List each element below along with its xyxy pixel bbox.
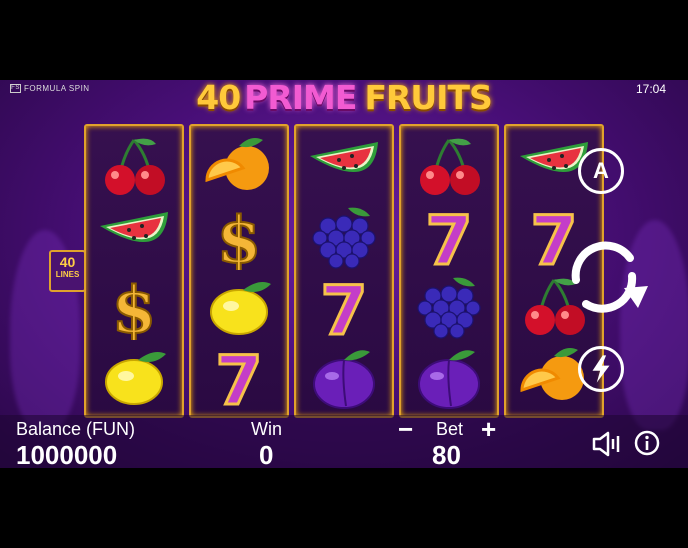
cherry-icon (409, 134, 489, 200)
svg-text:7: 7 (215, 344, 262, 410)
lightning-icon (592, 355, 610, 383)
win-label: Win (251, 419, 282, 439)
sound-icon[interactable] (591, 430, 623, 458)
svg-text:7: 7 (425, 204, 472, 270)
watermelon-icon (94, 204, 174, 270)
balance-value: 1000000 (16, 440, 118, 470)
spin-button[interactable] (556, 228, 652, 324)
seven-icon: 7 (409, 201, 489, 283)
reel-4: 7 (399, 124, 499, 418)
title-part-number: 40 (196, 80, 241, 117)
dollar-icon: $ (199, 202, 279, 279)
watermelon-icon (304, 134, 384, 200)
game-title: 40 PRIME FRUITS (0, 80, 688, 117)
grapes-icon (304, 204, 384, 270)
seven-icon: 7 (304, 271, 384, 353)
lemon-icon (199, 274, 279, 340)
grapes-icon (409, 274, 489, 340)
dollar-icon: $ (94, 272, 174, 349)
turbo-button[interactable] (578, 346, 624, 392)
win-value: 0 (259, 440, 274, 470)
autoplay-label: A (593, 158, 609, 183)
reel-1: $ (84, 124, 184, 418)
cherry-icon (94, 134, 174, 200)
plum-icon (304, 344, 384, 410)
lines-label: LINES (55, 270, 80, 279)
title-part-fruits: FRUITS (364, 80, 492, 117)
bet-label: Bet (436, 419, 464, 439)
game-area: FS FORMULA SPIN 17:04 40 PRIME FRUITS 40 L… (0, 80, 688, 468)
orange-icon (199, 134, 279, 200)
lines-badge: 40 LINES (49, 250, 86, 292)
balance-label: Balance (FUN) (16, 419, 136, 439)
spin-arrows-icon (571, 241, 648, 313)
autoplay-button[interactable]: A (578, 148, 624, 194)
svg-text:$: $ (112, 274, 157, 340)
seven-icon: 7 (199, 341, 279, 423)
info-icon[interactable] (634, 430, 660, 456)
bet-increase-button[interactable]: + (481, 414, 496, 445)
reel-3: 7 (294, 124, 394, 418)
plum-icon (409, 344, 489, 410)
bet-decrease-button[interactable]: − (398, 414, 413, 445)
svg-text:7: 7 (320, 274, 367, 340)
title-part-prime: PRIME (244, 80, 357, 117)
bet-value: 80 (432, 440, 461, 470)
svg-text:$: $ (217, 204, 262, 270)
reel-2: $7 (189, 124, 289, 423)
lemon-icon (94, 344, 174, 410)
lines-count: 40 (59, 254, 76, 270)
